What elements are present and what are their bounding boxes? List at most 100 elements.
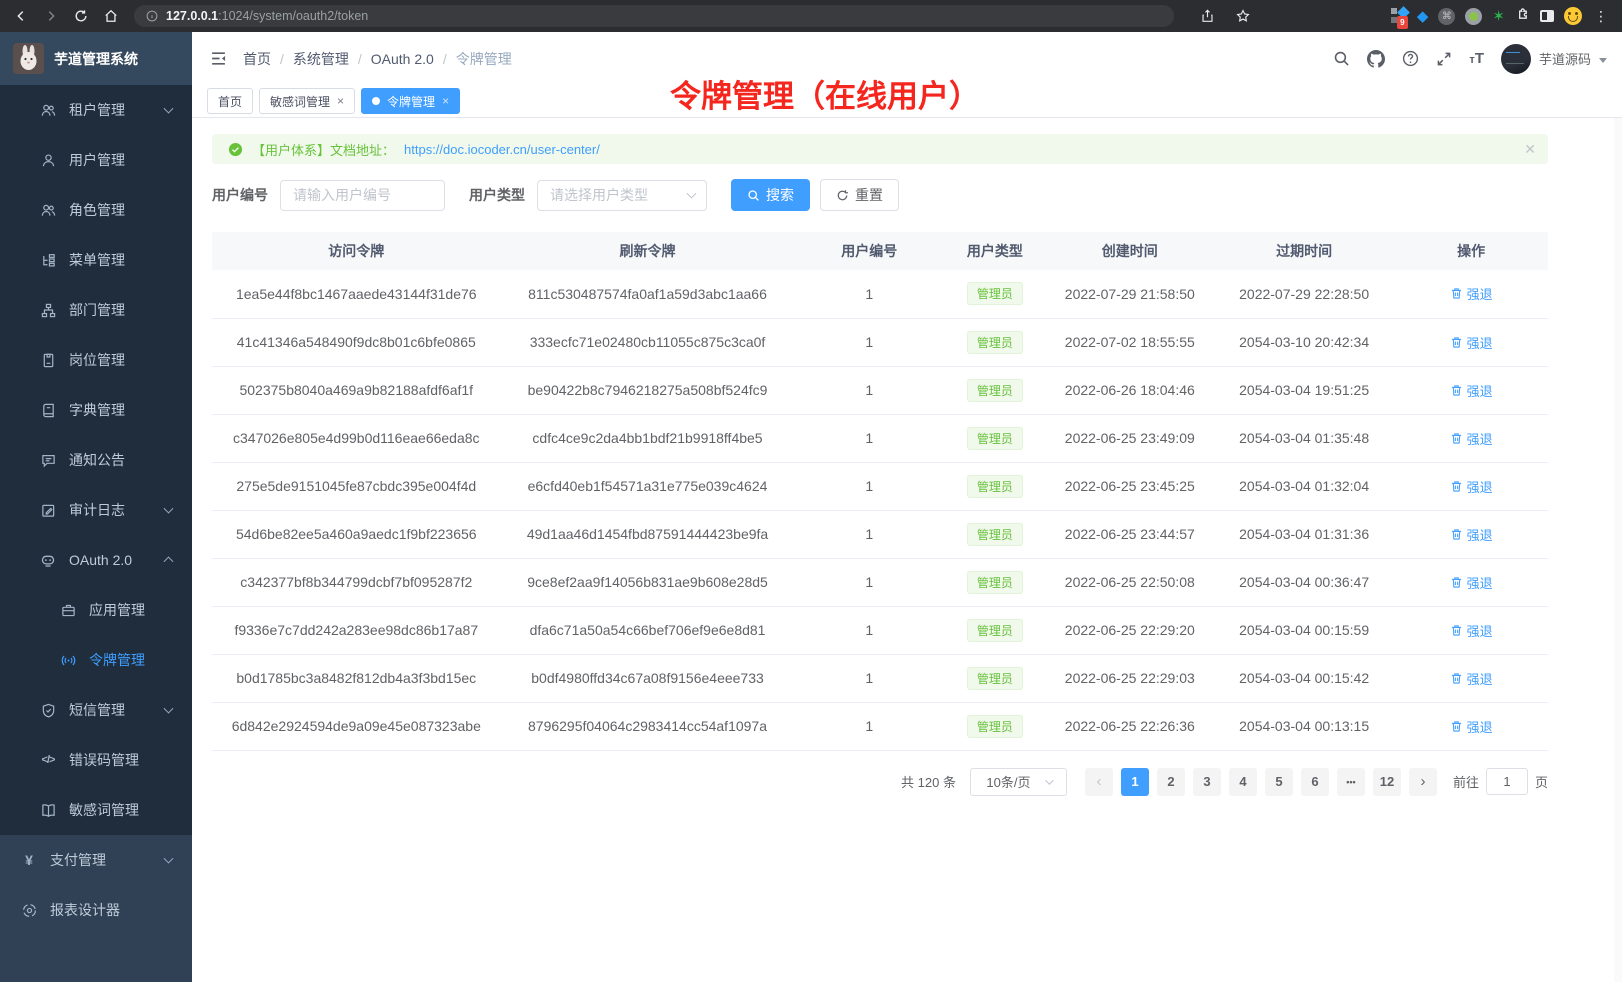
sidebar-item-post[interactable]: 岗位管理 bbox=[0, 335, 192, 385]
access-token-cell: f9336e7c7dd242a283ee98dc86b17a87 bbox=[212, 606, 501, 654]
user-type-select[interactable]: 请选择用户类型 bbox=[537, 180, 707, 211]
breadcrumb-item[interactable]: 首页 bbox=[243, 49, 271, 69]
fontsize-icon[interactable]: тT bbox=[1469, 50, 1484, 67]
sidebar-item-oauth2-app[interactable]: 应用管理 bbox=[0, 585, 192, 635]
browser-forward-button[interactable] bbox=[38, 3, 64, 29]
page-button-3[interactable]: 3 bbox=[1193, 768, 1221, 796]
user-type-cell: 管理员 bbox=[944, 558, 1046, 606]
user-type-placeholder: 请选择用户类型 bbox=[550, 185, 648, 205]
robot-icon bbox=[40, 552, 56, 568]
page-button-1[interactable]: 1 bbox=[1121, 768, 1149, 796]
tab-close-icon[interactable]: × bbox=[337, 94, 344, 108]
doc-link[interactable]: https://doc.iocoder.cn/user-center/ bbox=[404, 142, 600, 157]
force-logout-button[interactable]: 强退 bbox=[1450, 717, 1493, 736]
extension-badge-icon[interactable]: 9 bbox=[1391, 8, 1407, 24]
sidebar-item-sms[interactable]: 短信管理 bbox=[0, 685, 192, 735]
force-logout-button[interactable]: 强退 bbox=[1450, 573, 1493, 592]
alert-close-icon[interactable]: ✕ bbox=[1524, 141, 1536, 158]
help-icon[interactable] bbox=[1402, 50, 1419, 67]
page-button-2[interactable]: 2 bbox=[1157, 768, 1185, 796]
force-logout-button[interactable]: 强退 bbox=[1450, 381, 1493, 400]
sidebar-item-role[interactable]: 角色管理 bbox=[0, 185, 192, 235]
share-icon[interactable] bbox=[1194, 3, 1220, 29]
command-extension-icon[interactable]: ⌘ bbox=[1438, 8, 1455, 25]
fullscreen-icon[interactable] bbox=[1436, 51, 1452, 67]
star-extension-icon[interactable]: ✶ bbox=[1492, 9, 1505, 24]
scrollbar[interactable] bbox=[1614, 118, 1622, 982]
sidebar-item-user[interactable]: 用户管理 bbox=[0, 135, 192, 185]
force-logout-button[interactable]: 强退 bbox=[1450, 477, 1493, 496]
sidebar-item-dict[interactable]: 字典管理 bbox=[0, 385, 192, 435]
breadcrumb-separator: / bbox=[280, 51, 284, 67]
goto-page-input[interactable] bbox=[1486, 768, 1528, 795]
user-avatar bbox=[1501, 44, 1531, 74]
breadcrumb-item[interactable]: 系统管理 bbox=[293, 49, 349, 69]
sidebar-item-oauth2[interactable]: OAuth 2.0 bbox=[0, 535, 192, 585]
search-icon[interactable] bbox=[1333, 50, 1350, 67]
sidebar-item-oauth2-token[interactable]: 令牌管理 bbox=[0, 635, 192, 685]
expire-time-cell: 2054-03-04 00:15:42 bbox=[1214, 654, 1394, 702]
tab-首页[interactable]: 首页 bbox=[207, 88, 253, 114]
browser-home-button[interactable] bbox=[98, 3, 124, 29]
action-cell: 强退 bbox=[1394, 462, 1548, 510]
sidebar-menu: 租户管理用户管理角色管理菜单管理部门管理岗位管理字典管理通知公告审计日志OAut… bbox=[0, 85, 192, 982]
refresh-token-cell: b0df4980ffd34c67a08f9156e4eee733 bbox=[501, 654, 795, 702]
sidebar-item-audit-log[interactable]: 审计日志 bbox=[0, 485, 192, 535]
more-pages-button[interactable]: ••• bbox=[1337, 768, 1365, 796]
refresh-icon bbox=[836, 189, 849, 202]
force-logout-button[interactable]: 强退 bbox=[1450, 621, 1493, 640]
browser-reload-button[interactable] bbox=[68, 3, 94, 29]
chat-icon bbox=[40, 452, 56, 468]
access-token-cell: c342377bf8b344799dcbf7bf095287f2 bbox=[212, 558, 501, 606]
browser-back-button[interactable] bbox=[8, 3, 34, 29]
sidebar-item-sensitive-word[interactable]: 敏感词管理 bbox=[0, 785, 192, 835]
user-type-tag: 管理员 bbox=[967, 667, 1023, 690]
sidebar-item-error-code[interactable]: </>错误码管理 bbox=[0, 735, 192, 785]
force-logout-button[interactable]: 强退 bbox=[1450, 284, 1493, 303]
page-button-4[interactable]: 4 bbox=[1229, 768, 1257, 796]
github-icon[interactable] bbox=[1367, 50, 1385, 68]
prev-page-button[interactable]: ‹ bbox=[1085, 768, 1113, 796]
created-time-cell: 2022-06-25 22:50:08 bbox=[1046, 558, 1214, 606]
app-logo[interactable]: 芋道管理系统 bbox=[0, 32, 192, 85]
gem-extension-icon[interactable]: ◆ bbox=[1417, 7, 1429, 25]
address-bar[interactable]: 127.0.0.1:1024/system/oauth2/token bbox=[134, 5, 1174, 27]
users-icon bbox=[40, 202, 56, 218]
force-logout-button[interactable]: 强退 bbox=[1450, 669, 1493, 688]
browser-menu-icon[interactable]: ⋮ bbox=[1592, 8, 1610, 25]
sidebar-item-label: 部门管理 bbox=[69, 300, 125, 320]
side-panel-icon[interactable] bbox=[1540, 10, 1554, 22]
access-token-cell: 1ea5e44f8bc1467aaede43144f31de76 bbox=[212, 270, 501, 318]
sidebar-item-tenant[interactable]: 租户管理 bbox=[0, 85, 192, 135]
extensions-puzzle-icon[interactable] bbox=[1515, 6, 1530, 26]
tab-敏感词管理[interactable]: 敏感词管理× bbox=[259, 88, 355, 114]
sidebar-item-menu[interactable]: 菜单管理 bbox=[0, 235, 192, 285]
page-button-12[interactable]: 12 bbox=[1373, 768, 1401, 796]
reset-button[interactable]: 重置 bbox=[820, 179, 899, 211]
force-logout-button[interactable]: 强退 bbox=[1450, 525, 1493, 544]
sidebar-item-notice[interactable]: 通知公告 bbox=[0, 435, 192, 485]
user-id-input[interactable] bbox=[280, 180, 445, 211]
sidebar-item-pay[interactable]: ¥支付管理 bbox=[0, 835, 192, 885]
sidebar-item-report-designer[interactable]: 报表设计器 bbox=[0, 885, 192, 935]
action-cell: 强退 bbox=[1394, 318, 1548, 366]
search-button[interactable]: 搜索 bbox=[731, 179, 810, 211]
collapse-sidebar-icon[interactable] bbox=[207, 48, 229, 70]
page-button-5[interactable]: 5 bbox=[1265, 768, 1293, 796]
bookmark-star-icon[interactable] bbox=[1230, 3, 1256, 29]
app-header: 首页/系统管理/OAuth 2.0/令牌管理 тT 芋道源码 bbox=[192, 32, 1622, 85]
page-button-6[interactable]: 6 bbox=[1301, 768, 1329, 796]
force-logout-button[interactable]: 强退 bbox=[1450, 429, 1493, 448]
tab-令牌管理[interactable]: 令牌管理× bbox=[361, 88, 460, 114]
user-menu[interactable]: 芋道源码 bbox=[1501, 44, 1607, 74]
recorder-extension-icon[interactable] bbox=[1465, 8, 1482, 25]
tab-close-icon[interactable]: × bbox=[442, 94, 449, 108]
force-logout-button[interactable]: 强退 bbox=[1450, 333, 1493, 352]
breadcrumb-item[interactable]: OAuth 2.0 bbox=[371, 51, 434, 67]
site-info-icon[interactable] bbox=[146, 10, 158, 22]
next-page-button[interactable]: › bbox=[1409, 768, 1437, 796]
expire-time-cell: 2022-07-29 22:28:50 bbox=[1214, 270, 1394, 318]
sidebar-item-dept[interactable]: 部门管理 bbox=[0, 285, 192, 335]
page-size-select[interactable]: 10条/页 bbox=[970, 768, 1067, 796]
profile-avatar[interactable] bbox=[1564, 7, 1582, 25]
